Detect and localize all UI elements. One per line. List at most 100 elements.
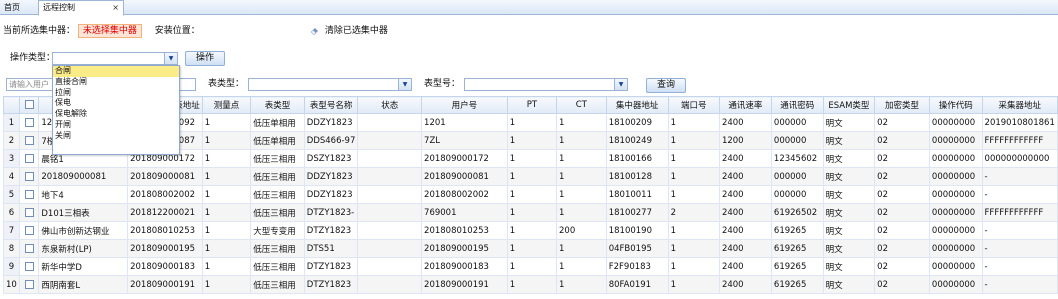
row-checkbox-cell[interactable]: [18, 113, 40, 132]
table-cell: 1: [506, 221, 558, 240]
option-direct-close[interactable]: 直接合闸: [53, 77, 179, 88]
header-model-name[interactable]: 表型号名称: [303, 96, 359, 114]
option-release-guard[interactable]: 保电解除: [53, 109, 179, 120]
option-shut[interactable]: 关闸: [53, 131, 179, 142]
table-row[interactable]: 5 地下4 201808002002 1 低压三相用 DDZY1823 2018080020…: [3, 185, 1058, 204]
table-cell: -: [981, 275, 1058, 294]
header-esam[interactable]: ESAM类型: [822, 96, 876, 114]
table-cell: 201808002002: [421, 185, 508, 204]
header-meter-type[interactable]: 表类型: [250, 96, 305, 114]
model-select[interactable]: ▼: [464, 78, 628, 91]
chevron-down-icon[interactable]: ▼: [398, 79, 411, 90]
tab-home[interactable]: 首页: [0, 1, 42, 14]
header-password[interactable]: 通讯密码: [770, 96, 824, 114]
header-encryption[interactable]: 加密类型: [874, 96, 930, 114]
row-checkbox[interactable]: [24, 225, 34, 235]
table-cell: 低压三相用: [250, 167, 305, 186]
table-cell: 02: [874, 275, 930, 294]
header-pt[interactable]: PT: [506, 96, 558, 114]
table-cell: 201809000191: [127, 275, 203, 294]
table-cell: 00000000: [928, 185, 983, 204]
row-checkbox-cell[interactable]: [18, 275, 40, 294]
table-cell: 201809000081: [127, 167, 203, 186]
header-port[interactable]: 端口号: [667, 96, 720, 114]
table-cell: 1: [506, 167, 558, 186]
table-cell: 2: [667, 203, 720, 222]
header-baud[interactable]: 通讯速率: [718, 96, 772, 114]
table-cell: 1: [201, 185, 252, 204]
table-cell: 1: [556, 257, 607, 276]
table-cell: 1: [667, 167, 720, 186]
row-number: 3: [3, 149, 20, 168]
table-cell: 明文: [822, 113, 876, 132]
table-cell: 00000000: [928, 275, 983, 294]
option-open[interactable]: 开闸: [53, 120, 179, 131]
header-ct[interactable]: CT: [556, 96, 607, 114]
table-cell: 1: [201, 203, 252, 222]
header-user-no[interactable]: 用户号: [421, 96, 508, 114]
row-checkbox[interactable]: [24, 207, 34, 217]
header-rownum: [3, 96, 20, 114]
row-number: 7: [3, 221, 20, 240]
row-checkbox[interactable]: [24, 189, 34, 199]
table-row[interactable]: 9 新华中学D 201809000183 1 低压三相用 DTZY1823 20180900…: [3, 257, 1058, 276]
table-type-select[interactable]: ▼: [248, 78, 412, 91]
table-cell: DTZY1823: [303, 221, 359, 240]
row-number: 6: [3, 203, 20, 222]
row-checkbox-cell[interactable]: [18, 131, 40, 150]
chevron-down-icon[interactable]: ▼: [614, 79, 627, 90]
row-checkbox[interactable]: [24, 171, 34, 181]
query-button[interactable]: 查询: [646, 78, 686, 93]
header-collector-address[interactable]: 采集器地址: [981, 96, 1058, 114]
operation-type-select[interactable]: ▼: [52, 52, 178, 65]
clear-concentrator-button[interactable]: 清除已选集中器: [310, 24, 388, 38]
table-cell: 低压三相用: [250, 239, 305, 258]
table-cell: 201809000183: [421, 257, 508, 276]
option-trip[interactable]: 拉闸: [53, 88, 179, 99]
row-checkbox-cell[interactable]: [18, 203, 40, 222]
row-checkbox[interactable]: [24, 135, 34, 145]
table-cell: F2F90183: [605, 257, 669, 276]
header-concentrator-address[interactable]: 集中器地址: [605, 96, 669, 114]
table-cell: 2400: [718, 275, 772, 294]
operation-type-label: 操作类型：: [10, 53, 56, 63]
table-cell: DTS51: [303, 239, 359, 258]
tab-remote-control[interactable]: 远程控制 ×: [38, 0, 124, 16]
table-row[interactable]: 8 东泉新村(LP) 201809000195 1 低压三相用 DTS51 20180900…: [3, 239, 1058, 258]
option-close-switch[interactable]: 合闸: [53, 66, 179, 77]
row-checkbox[interactable]: [24, 153, 34, 163]
header-select-all[interactable]: [18, 96, 40, 114]
table-row[interactable]: 7 佛山市创新达钢业 201808010253 1 大型专变用 DTZY1823 20180…: [3, 221, 1058, 240]
table-cell: 000000: [770, 131, 824, 150]
row-checkbox[interactable]: [24, 243, 34, 253]
table-cell: DDZY1823: [303, 113, 359, 132]
table-cell: 1: [556, 185, 607, 204]
close-icon[interactable]: ×: [112, 1, 119, 14]
row-checkbox-cell[interactable]: [18, 149, 40, 168]
table-row[interactable]: 6 D101三相表 201812200021 1 低压三相用 DTZY1823- 76900…: [3, 203, 1058, 222]
table-cell: 201808010253: [421, 221, 508, 240]
row-checkbox[interactable]: [24, 117, 34, 127]
row-checkbox-cell[interactable]: [18, 167, 40, 186]
select-all-checkbox[interactable]: [24, 100, 34, 109]
table-cell: 02: [874, 185, 930, 204]
operate-button[interactable]: 操作: [185, 51, 225, 66]
header-measure-point[interactable]: 测量点: [201, 96, 252, 114]
table-row[interactable]: 4 201809000081 201809000081 1 低压三相用 DDZY1823 2…: [3, 167, 1058, 186]
table-cell: 18100190: [605, 221, 669, 240]
row-checkbox[interactable]: [24, 279, 34, 289]
row-checkbox-cell[interactable]: [18, 239, 40, 258]
option-power-guard[interactable]: 保电: [53, 98, 179, 109]
row-checkbox-cell[interactable]: [18, 221, 40, 240]
row-checkbox-cell[interactable]: [18, 185, 40, 204]
table-row[interactable]: 10 西阴南套L 201809000191 1 低压三相用 DTZY1823 2018090…: [3, 275, 1058, 294]
row-number: 4: [3, 167, 20, 186]
table-cell: 1: [506, 203, 558, 222]
table-cell: 201809000172: [421, 149, 508, 168]
table-cell: 201812200021: [127, 203, 203, 222]
header-status[interactable]: 状态: [357, 96, 423, 114]
header-op-code[interactable]: 操作代码: [928, 96, 983, 114]
row-checkbox[interactable]: [24, 261, 34, 271]
row-checkbox-cell[interactable]: [18, 257, 40, 276]
chevron-down-icon[interactable]: ▼: [164, 53, 177, 64]
